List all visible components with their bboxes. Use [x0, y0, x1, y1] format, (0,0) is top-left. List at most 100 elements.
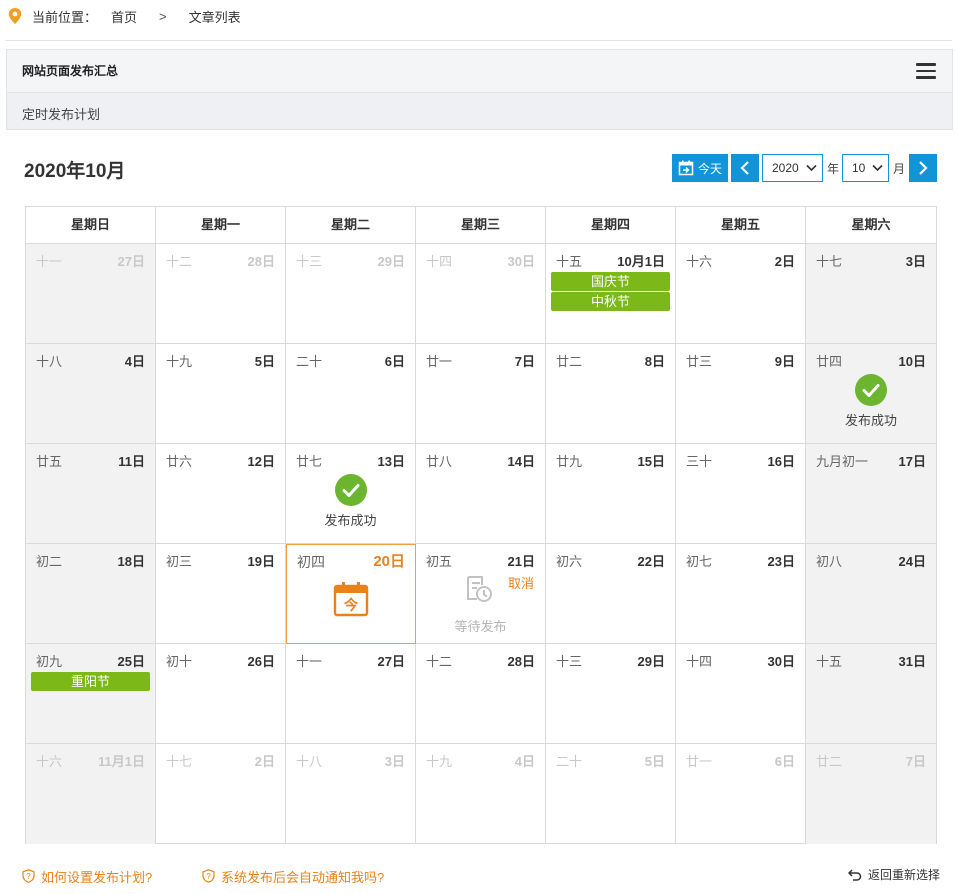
lunar-date: 十四	[686, 654, 713, 669]
calendar-day-cell[interactable]: 廿四 10日 发布成功	[806, 344, 936, 444]
help-link-setup-plan[interactable]: ? 如何设置发布计划?	[22, 867, 152, 885]
lunar-date: 廿二	[816, 754, 843, 769]
lunar-date: 十八	[296, 754, 323, 769]
calendar-day-cell[interactable]: 廿五 11日	[26, 444, 156, 544]
calendar-day-cell[interactable]: 二十 6日	[286, 344, 416, 444]
calendar-day-cell[interactable]: 十六 11月1日	[26, 744, 156, 844]
day-number: 21日	[507, 554, 535, 569]
lunar-date: 十二	[426, 654, 453, 669]
breadcrumb-current[interactable]: 文章列表	[189, 7, 241, 26]
svg-text:?: ?	[26, 872, 31, 881]
month-select[interactable]: 10	[842, 154, 889, 182]
pending-clock-icon	[464, 574, 494, 604]
calendar-day-cell[interactable]: 初九 25日 重阳节	[26, 644, 156, 744]
weekday-fri: 星期五	[676, 207, 806, 243]
calendar-grid: 星期日 星期一 星期二 星期三 星期四 星期五 星期六 十一 27日 十二 28日 十三…	[25, 206, 937, 844]
breadcrumb: 当前位置： 首页 > 文章列表	[8, 6, 241, 26]
calendar-day-cell[interactable]: 初七 23日	[676, 544, 806, 644]
calendar-day-cell[interactable]: 初五 21日等待发布 取消	[416, 544, 546, 644]
prev-month-button[interactable]	[731, 154, 759, 182]
year-select-value: 2020	[772, 161, 799, 175]
day-number: 10日	[898, 354, 926, 369]
day-number: 30日	[767, 654, 795, 669]
calendar-day-cell[interactable]: 初六 22日	[546, 544, 676, 644]
calendar-day-cell[interactable]: 廿二 8日	[546, 344, 676, 444]
calendar-day-cell[interactable]: 十二 28日	[156, 244, 286, 344]
lunar-date: 廿一	[686, 754, 713, 769]
calendar-day-cell[interactable]: 十五 31日	[806, 644, 936, 744]
calendar-day-cell[interactable]: 初三 19日	[156, 544, 286, 644]
lunar-date: 十一	[36, 254, 63, 269]
lunar-date: 初七	[686, 554, 713, 569]
shield-question-icon: ?	[22, 869, 35, 883]
lunar-date: 九月初一	[816, 454, 869, 469]
day-number: 11月1日	[98, 754, 145, 769]
calendar-day-cell[interactable]: 廿九 15日	[546, 444, 676, 544]
lunar-date: 初五	[426, 554, 453, 569]
day-number: 4日	[124, 354, 145, 369]
calendar-day-cell[interactable]: 十九 4日	[416, 744, 546, 844]
day-number: 19日	[247, 554, 275, 569]
breadcrumb-home-link[interactable]: 首页	[111, 7, 137, 26]
lunar-date: 廿四	[816, 354, 843, 369]
lunar-date: 十二	[166, 254, 193, 269]
hamburger-menu-icon[interactable]	[916, 63, 936, 79]
lunar-date: 初四	[297, 554, 325, 570]
day-number: 3日	[384, 754, 405, 769]
help-link-auto-notify[interactable]: ? 系统发布后会自动通知我吗?	[202, 867, 384, 885]
day-number: 2日	[254, 754, 275, 769]
calendar-day-cell[interactable]: 九月初一 17日	[806, 444, 936, 544]
today-button[interactable]: 今天	[672, 154, 728, 182]
day-number: 17日	[898, 454, 926, 469]
calendar-day-cell[interactable]: 十一 27日	[286, 644, 416, 744]
cancel-publish-link[interactable]: 取消	[508, 573, 534, 592]
calendar-day-cell[interactable]: 廿三 9日	[676, 344, 806, 444]
back-reselect-button[interactable]: 返回重新选择	[847, 866, 940, 883]
day-number: 14日	[507, 454, 535, 469]
calendar-day-cell[interactable]: 廿七 13日 发布成功	[286, 444, 416, 544]
calendar-day-cell[interactable]: 十三 29日	[286, 244, 416, 344]
calendar-day-cell[interactable]: 十八 4日	[26, 344, 156, 444]
year-unit: 年	[827, 162, 840, 176]
calendar-day-cell[interactable]: 廿二 7日	[806, 744, 936, 844]
lunar-date: 初六	[556, 554, 583, 569]
calendar-day-cell[interactable]: 初十 26日	[156, 644, 286, 744]
weekday-tue: 星期二	[286, 207, 416, 243]
calendar-day-cell[interactable]: 二十 5日	[546, 744, 676, 844]
calendar-day-cell[interactable]: 廿六 12日	[156, 444, 286, 544]
calendar-day-cell[interactable]: 十九 5日	[156, 344, 286, 444]
day-number: 27日	[377, 654, 405, 669]
lunar-date: 十九	[166, 354, 193, 369]
lunar-date: 廿七	[296, 454, 323, 469]
year-select[interactable]: 2020	[762, 154, 823, 182]
day-number: 26日	[247, 654, 275, 669]
calendar-day-cell[interactable]: 十五 10月1日 国庆节 中秋节	[546, 244, 676, 344]
calendar-day-cell[interactable]: 十四 30日	[676, 644, 806, 744]
help-link-auto-notify-label: 系统发布后会自动通知我吗?	[221, 869, 385, 885]
help-link-setup-plan-label: 如何设置发布计划?	[41, 869, 153, 885]
day-number: 7日	[514, 354, 535, 369]
chevron-left-icon	[740, 161, 749, 175]
lunar-date: 十七	[816, 254, 843, 269]
calendar-day-cell[interactable]: 廿一 6日	[676, 744, 806, 844]
calendar-today-icon	[678, 160, 694, 176]
calendar-day-cell[interactable]: 初八 24日	[806, 544, 936, 644]
calendar-day-cell[interactable]: 十三 29日	[546, 644, 676, 744]
publish-status-label: 发布成功	[324, 513, 377, 528]
calendar-day-cell[interactable]: 廿一 7日	[416, 344, 546, 444]
day-number: 11日	[118, 454, 145, 469]
pending-status-label: 等待发布	[454, 619, 507, 634]
calendar-day-cell[interactable]: 十七 3日	[806, 244, 936, 344]
calendar-day-cell[interactable]: 十七 2日	[156, 744, 286, 844]
calendar-day-cell-today[interactable]: 初四 20日今	[286, 544, 416, 644]
calendar-day-cell[interactable]: 十八 3日	[286, 744, 416, 844]
calendar-day-cell[interactable]: 十一 27日	[26, 244, 156, 344]
calendar-day-cell[interactable]: 三十 16日	[676, 444, 806, 544]
calendar-day-cell[interactable]: 廿八 14日	[416, 444, 546, 544]
next-month-button[interactable]	[909, 154, 937, 182]
lunar-date: 十一	[296, 654, 323, 669]
calendar-day-cell[interactable]: 十六 2日	[676, 244, 806, 344]
calendar-day-cell[interactable]: 十二 28日	[416, 644, 546, 744]
calendar-day-cell[interactable]: 初二 18日	[26, 544, 156, 644]
calendar-day-cell[interactable]: 十四 30日	[416, 244, 546, 344]
